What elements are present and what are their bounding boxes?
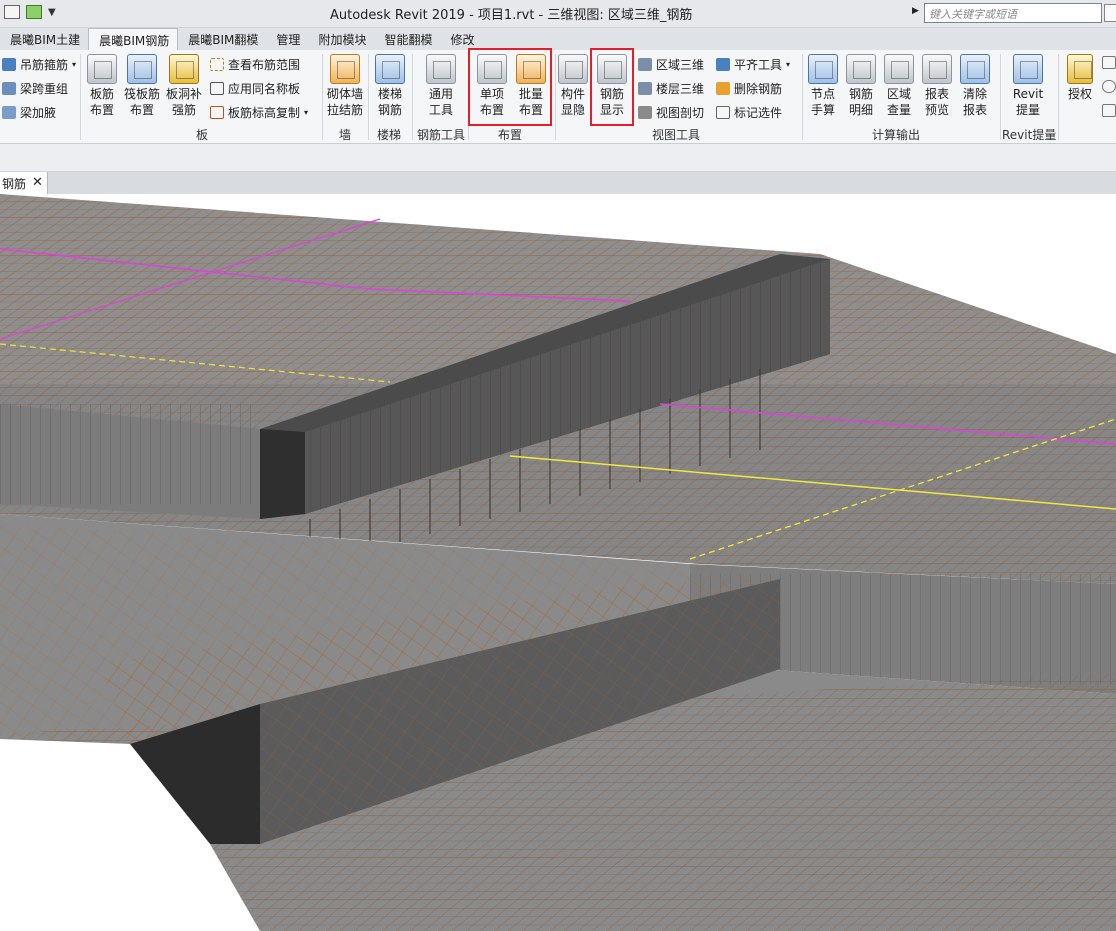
panel-label-revit: Revit提量: [1002, 128, 1057, 142]
info-icon: [1102, 80, 1116, 93]
authorize-button[interactable]: 授权: [1062, 54, 1098, 102]
panel-label-wall: 墙: [339, 128, 352, 142]
slab-rebar-button[interactable]: 板筋 布置: [82, 54, 122, 118]
area-3d-icon: [638, 58, 652, 71]
beam-span-icon: [2, 82, 16, 95]
beam-haunch-icon: [2, 106, 16, 119]
highlight-rebar-display: [590, 48, 634, 126]
overflow-button-1[interactable]: [1102, 56, 1116, 69]
stair-icon: [375, 54, 405, 84]
delete-rebar-button[interactable]: 删除钢筋: [716, 80, 782, 97]
report-preview-button[interactable]: 报表 预览: [917, 54, 957, 118]
rebar-detail-icon: [846, 54, 876, 84]
hanger-rebar-icon: [2, 58, 16, 71]
revit-quantity-button[interactable]: Revit 提量: [1008, 54, 1048, 118]
view-tab-rebar[interactable]: 钢筋 ✕: [0, 172, 48, 194]
view-tabs: 钢筋 ✕: [0, 172, 1116, 194]
panel-icon[interactable]: [4, 5, 20, 19]
revit-quantity-icon: [1013, 54, 1043, 84]
hanger-rebar-button[interactable]: 吊筋箍筋 ▾: [2, 56, 76, 73]
panel-label-stair: 楼梯: [377, 128, 402, 142]
area-3d-button[interactable]: 区域三维: [638, 56, 704, 73]
document-icon: [1102, 104, 1116, 117]
view-section-button[interactable]: 视图剖切: [638, 104, 704, 121]
rebar-detail-button[interactable]: 钢筋 明细: [841, 54, 881, 118]
window-title: Autodesk Revit 2019 - 项目1.rvt - 三维视图: 区域…: [330, 8, 693, 23]
clear-report-icon: [960, 54, 990, 84]
expand-arrow-icon[interactable]: ▶: [912, 6, 919, 16]
info-button[interactable]: [1102, 80, 1116, 93]
tab-modify[interactable]: 修改: [440, 28, 482, 50]
tab-smart-model[interactable]: 智能翻模: [374, 28, 440, 50]
view-rebar-range-button[interactable]: 查看布筋范围: [210, 56, 300, 73]
apply-same-name-slab-button[interactable]: 应用同名称板: [210, 80, 300, 97]
plugin-icon[interactable]: [26, 5, 42, 19]
panel-label-board: 板: [196, 128, 209, 142]
beam-haunch-button[interactable]: 梁加腋: [2, 104, 56, 121]
tab-tujian[interactable]: 晨曦BIM土建: [0, 28, 88, 50]
ribbon-tabs: 晨曦BIM土建 晨曦BIM钢筋 晨曦BIM翻模 管理 附加模块 智能翻模 修改: [0, 28, 1116, 50]
align-tool-button[interactable]: 平齐工具 ▾: [716, 56, 790, 73]
masonry-tie-icon: [330, 54, 360, 84]
raft-rebar-button[interactable]: 筏板筋 布置: [122, 54, 162, 118]
area-quantity-icon: [884, 54, 914, 84]
floor-3d-button[interactable]: 楼层三维: [638, 80, 704, 97]
component-visibility-button[interactable]: 构件 显隐: [553, 54, 593, 118]
align-icon: [716, 58, 730, 71]
floor-3d-icon: [638, 82, 652, 95]
pencil-icon: [426, 54, 456, 84]
opening-reinforce-button[interactable]: 板洞补 强筋: [164, 54, 204, 118]
mark-select-icon: [716, 106, 730, 119]
stair-rebar-button[interactable]: 楼梯 钢筋: [370, 54, 410, 118]
tab-addins[interactable]: 附加模块: [308, 28, 374, 50]
tab-manage[interactable]: 管理: [266, 28, 308, 50]
search-input[interactable]: 键入关键字或短语: [924, 3, 1102, 23]
beam-span-regroup-button[interactable]: 梁跨重组: [2, 80, 68, 97]
opening-reinforce-icon: [169, 54, 199, 84]
node-hand-calc-button[interactable]: 节点 手算: [803, 54, 843, 118]
overflow-icon: [1102, 56, 1116, 69]
key-icon: [1067, 54, 1093, 84]
3d-viewport[interactable]: [0, 194, 1116, 931]
mark-select-button[interactable]: 标记选件: [716, 104, 782, 121]
clear-report-button[interactable]: 清除 报表: [955, 54, 995, 118]
quick-access-toolbar: ▼: [4, 5, 56, 19]
rebar-3d-model: [0, 194, 1116, 931]
raft-rebar-icon: [127, 54, 157, 84]
close-icon[interactable]: ✕: [32, 175, 43, 194]
view-section-icon: [638, 106, 652, 119]
range-icon: [210, 58, 224, 71]
apply-icon: [210, 82, 224, 95]
search-icon[interactable]: [1104, 4, 1116, 22]
report-preview-icon: [922, 54, 952, 84]
slab-elevation-copy-button[interactable]: 板筋标高复制 ▾: [210, 104, 308, 121]
customize-dropdown-icon[interactable]: ▼: [48, 7, 56, 18]
elevation-copy-icon: [210, 106, 224, 119]
highlight-place: [468, 48, 552, 126]
area-quantity-button[interactable]: 区域 查量: [879, 54, 919, 118]
general-tool-button[interactable]: 通用 工具: [421, 54, 461, 118]
panel-label-calc-output: 计算输出: [872, 128, 921, 142]
panel-label-rebar-tools: 钢筋工具: [417, 128, 466, 142]
node-calc-icon: [808, 54, 838, 84]
slab-rebar-icon: [87, 54, 117, 84]
component-visibility-icon: [558, 54, 588, 84]
panel-label-place: 布置: [498, 128, 523, 142]
tab-fanmo[interactable]: 晨曦BIM翻模: [178, 28, 266, 50]
options-bar: [0, 144, 1116, 172]
ribbon: 吊筋箍筋 ▾ 梁跨重组 梁加腋 板筋 布置 筏板筋 布置 板洞补 强筋 查看布筋范…: [0, 48, 1116, 144]
tab-gangjin[interactable]: 晨曦BIM钢筋: [88, 28, 179, 50]
masonry-tie-button[interactable]: 砌体墙 拉结筋: [325, 54, 365, 118]
panel-label-view-tools: 视图工具: [652, 128, 701, 142]
title-bar: ▼ Autodesk Revit 2019 - 项目1.rvt - 三维视图: …: [0, 0, 1116, 28]
overflow-button-2[interactable]: [1102, 104, 1116, 117]
delete-rebar-icon: [716, 82, 730, 95]
